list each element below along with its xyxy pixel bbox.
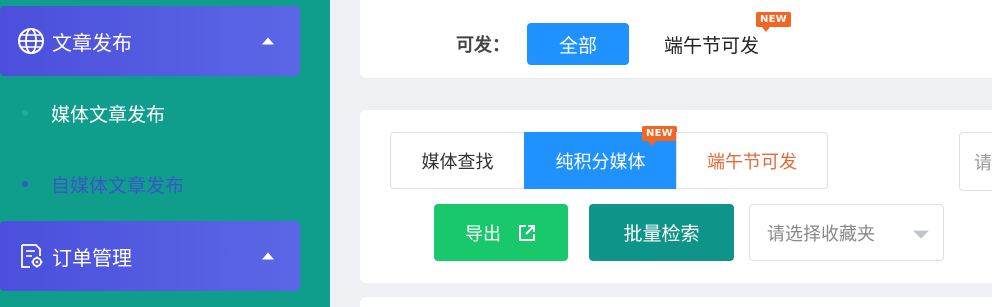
- sidebar: 文章发布 媒体文章发布 自媒体文章发布 订单管理: [0, 0, 330, 307]
- sidebar-item-label: 媒体文章发布: [51, 103, 166, 126]
- bullet-dot: [22, 110, 28, 116]
- batch-search-button[interactable]: 批量检索: [589, 204, 734, 261]
- menu-group-article-publish[interactable]: 文章发布: [0, 6, 300, 76]
- menu-group-order-management[interactable]: 订单管理: [0, 221, 300, 291]
- export-label: 导出: [465, 223, 501, 245]
- export-button[interactable]: 导出: [434, 204, 568, 261]
- bullet-dot: [22, 181, 28, 187]
- chevron-up-icon: [262, 37, 274, 45]
- menu-group-label: 订单管理: [52, 245, 132, 270]
- menu-group-label: 文章发布: [52, 30, 132, 55]
- favorites-placeholder: 请选择收藏夹: [767, 223, 875, 245]
- filter-label: 可发：: [456, 35, 510, 56]
- chevron-up-icon: [262, 252, 274, 260]
- new-badge: NEW: [756, 12, 791, 32]
- filter-chip-dragon-boat[interactable]: 端午节可发: [664, 31, 759, 58]
- order-settings-icon: [16, 241, 46, 271]
- sidebar-item-label: 自媒体文章发布: [51, 174, 185, 197]
- new-badge: NEW: [642, 126, 677, 146]
- globe-icon: [16, 26, 46, 56]
- tab-dragon-boat[interactable]: 端午节可发: [676, 132, 828, 189]
- favorites-select[interactable]: 请选择收藏夹: [749, 204, 944, 261]
- search-input[interactable]: 请: [959, 132, 992, 191]
- search-placeholder: 请: [974, 152, 992, 174]
- filter-chip-all[interactable]: 全部: [527, 23, 629, 65]
- sidebar-item-self-media-article-publish[interactable]: 自媒体文章发布: [0, 164, 330, 204]
- chevron-down-icon: [913, 230, 929, 239]
- sidebar-item-media-article-publish[interactable]: 媒体文章发布: [0, 93, 330, 133]
- external-link-icon: [517, 223, 537, 243]
- results-panel: [360, 297, 992, 307]
- tab-media-search[interactable]: 媒体查找: [390, 132, 525, 189]
